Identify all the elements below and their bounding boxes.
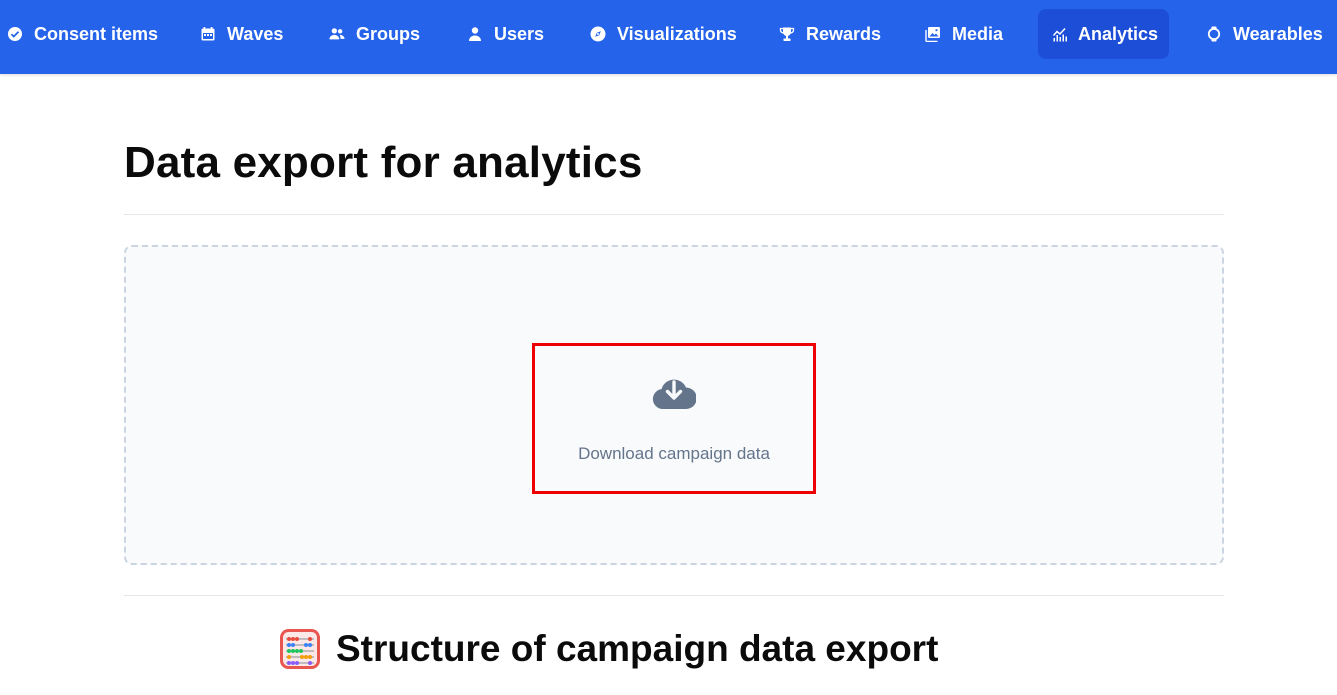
nav-label: Wearables	[1233, 23, 1323, 44]
nav-label: Rewards	[806, 23, 882, 44]
check-circle-icon	[6, 25, 24, 43]
compass-icon	[589, 25, 607, 43]
nav-item-consent-items[interactable]: Consent items	[0, 9, 172, 59]
nav-item-users[interactable]: Users	[452, 9, 558, 59]
download-campaign-data-button[interactable]: Download campaign data	[532, 343, 816, 494]
cloud-download-icon	[652, 379, 696, 410]
section-divider	[124, 595, 1224, 596]
image-icon	[924, 25, 942, 43]
structure-heading: Structure of campaign data export	[336, 628, 939, 669]
user-icon	[466, 25, 484, 43]
nav-label: Media	[952, 23, 1004, 44]
nav-label: Groups	[356, 23, 421, 44]
nav-item-media[interactable]: Media	[910, 9, 1017, 59]
top-navigation: Consent items Waves Groups Users Visuali…	[0, 0, 1337, 74]
users-icon	[328, 25, 346, 43]
page-title: Data export for analytics	[124, 138, 643, 187]
nav-item-analytics[interactable]: Analytics	[1038, 9, 1169, 59]
nav-label: Consent items	[34, 23, 159, 44]
nav-item-rewards[interactable]: Rewards	[764, 9, 895, 59]
chart-icon	[1052, 25, 1068, 43]
abacus-icon	[280, 629, 320, 669]
trophy-icon	[778, 25, 796, 43]
nav-label: Users	[494, 23, 545, 44]
nav-label: Waves	[227, 23, 284, 44]
title-divider	[124, 214, 1224, 215]
nav-label: Analytics	[1078, 23, 1159, 44]
nav-item-wearables[interactable]: Wearables	[1191, 9, 1337, 59]
nav-label: Visualizations	[617, 23, 737, 44]
watch-icon	[1205, 25, 1223, 43]
structure-section-heading: Structure of campaign data export	[280, 628, 938, 670]
download-button-label: Download campaign data	[578, 444, 770, 463]
nav-item-groups[interactable]: Groups	[314, 9, 434, 59]
calendar-icon	[199, 25, 217, 43]
nav-item-visualizations[interactable]: Visualizations	[575, 9, 751, 59]
nav-item-waves[interactable]: Waves	[185, 9, 297, 59]
